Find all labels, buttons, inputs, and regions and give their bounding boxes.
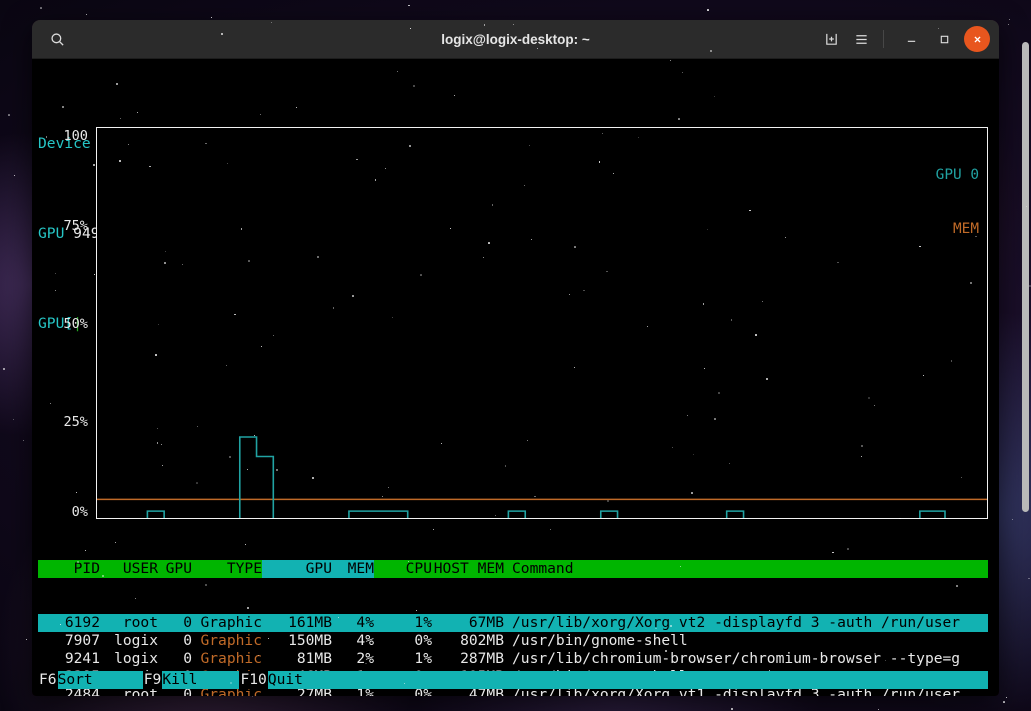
fkey-f10[interactable]: F10 [239, 671, 268, 689]
y-axis-tick-0: 0% [71, 504, 88, 520]
cell-cmd: /usr/bin/gnome-shell [512, 632, 688, 649]
desktop-wallpaper: logix@logix-desktop: ~ Device GPU GPU[| … [0, 0, 1031, 711]
cell-cpu: 1% [414, 614, 432, 631]
minimize-button[interactable] [898, 26, 924, 52]
legend-gpu-series: GPU 0 [935, 167, 979, 183]
cell-gpu: 0 [183, 650, 192, 667]
column-header-gpu[interactable]: GPU [158, 560, 192, 578]
window-titlebar: logix@logix-desktop: ~ [32, 20, 999, 59]
function-key-bar: F6 Sort F9 Kill F10 Quit [38, 671, 988, 689]
maximize-button[interactable] [931, 26, 957, 52]
cell-host: 802MB [460, 632, 504, 649]
cell-pid: 9241 [64, 650, 100, 667]
cell-gpu: 0 [183, 632, 192, 649]
cell-cpu: 1% [414, 650, 432, 667]
column-header-mpct[interactable]: MEM [332, 560, 374, 578]
cell-type: Graphic [200, 632, 262, 649]
cell-cpu: 0% [414, 632, 432, 649]
cell-user: logix [114, 650, 158, 667]
fkey-label-kill[interactable]: Kill [162, 671, 199, 689]
gpu-series-line [146, 436, 946, 518]
table-header-row: PID USER GPU TYPE GPU MEM CPU HOST MEM Command [38, 560, 988, 578]
cell-mpct: 2% [356, 650, 374, 667]
cell-user: logix [114, 632, 158, 649]
terminal-scrollbar[interactable] [1022, 42, 1029, 512]
cell-cmd: /usr/lib/xorg/Xorg vt2 -displayfd 3 -aut… [512, 614, 961, 631]
column-header-type[interactable]: TYPE [192, 560, 262, 578]
cell-pid: 7907 [64, 632, 100, 649]
y-axis-tick-75: 75% [63, 218, 88, 234]
cell-gmem: 81MB [296, 650, 332, 667]
new-tab-icon[interactable] [816, 24, 846, 54]
cell-host: 67MB [468, 614, 504, 631]
column-header-cmd[interactable]: Command [504, 560, 988, 578]
graph-y-axis: 100 75% 50% 25% 0% [38, 127, 94, 520]
cell-type: Graphic [200, 650, 262, 667]
legend-mem-series: MEM [953, 221, 979, 237]
table-row[interactable]: 9241 logix 0 Graphic 81MB 2% 1% 287MB/usr/lib/c… [38, 650, 988, 668]
cell-pid: 6192 [64, 614, 100, 631]
hamburger-menu-icon[interactable] [846, 24, 876, 54]
cell-mpct: 4% [356, 632, 374, 649]
fkey-spacer [199, 671, 239, 689]
column-header-cpu[interactable]: CPU [374, 560, 432, 578]
close-button[interactable] [964, 26, 990, 52]
table-row[interactable]: 6192 root 0 Graphic 161MB 4% 1% 67MB/usr/lib/xo… [38, 614, 988, 632]
y-axis-tick-50: 50% [63, 316, 88, 332]
fkey-label-sort[interactable]: Sort [58, 671, 95, 689]
fkey-label-quit[interactable]: Quit [268, 671, 305, 689]
titlebar-divider [883, 30, 884, 48]
y-axis-tick-25: 25% [63, 414, 88, 430]
utilization-graph: 100 75% 50% 25% 0% GPU 0 MEM [38, 127, 988, 520]
cell-gpu: 0 [183, 614, 192, 631]
column-header-user[interactable]: USER [100, 560, 158, 578]
search-icon[interactable] [42, 24, 72, 54]
nvtop-terminal-content: Device 0 [GeForce GTX 980] PCIe GEN 2@ 8… [32, 59, 999, 696]
table-row[interactable]: 7907 logix 0 Graphic 150MB 4% 0% 802MB/usr/bin/… [38, 632, 988, 650]
column-header-pid[interactable]: PID [38, 560, 100, 578]
cell-user: root [122, 614, 158, 631]
fkey-f9[interactable]: F9 [142, 671, 163, 689]
fkey-f6[interactable]: F6 [38, 671, 58, 689]
cell-cmd: /usr/lib/chromium-browser/chromium-brows… [512, 650, 961, 667]
cell-type: Graphic [200, 614, 262, 631]
terminal-window: logix@logix-desktop: ~ Device GPU GPU[| … [32, 20, 999, 696]
fkey-spacer [95, 671, 143, 689]
cell-host: 287MB [460, 650, 504, 667]
graph-plot-area: GPU 0 MEM [96, 127, 988, 519]
column-header-gmem[interactable]: GPU [262, 560, 332, 578]
graph-svg [97, 436, 987, 518]
cell-gmem: 150MB [288, 632, 332, 649]
cell-gmem: 161MB [288, 614, 332, 631]
y-axis-tick-100: 100 [63, 128, 88, 144]
column-header-host[interactable]: HOST MEM [432, 560, 504, 578]
